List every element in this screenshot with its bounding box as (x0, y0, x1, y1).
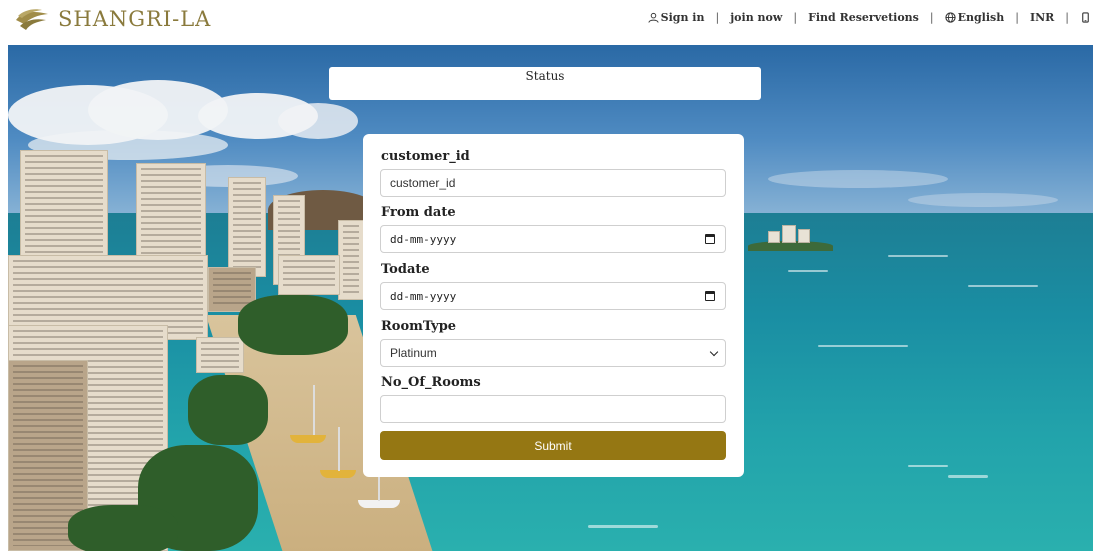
sailboat (358, 500, 400, 508)
island-resort (748, 225, 833, 251)
palm-trees (238, 295, 348, 355)
customer-id-placeholder: customer_id (390, 176, 456, 190)
no-of-rooms-input[interactable] (380, 395, 726, 423)
phone-icon (1082, 12, 1089, 23)
currency-selector[interactable]: INR (1030, 11, 1054, 24)
status-bar: Status (329, 67, 761, 100)
wave (888, 255, 948, 257)
globe-icon (944, 12, 956, 23)
mast (313, 385, 315, 435)
sign-in-label: Sign in (660, 11, 705, 24)
mast (378, 477, 380, 501)
user-icon (648, 12, 659, 23)
building (228, 177, 266, 277)
shangri-la-logo-icon (16, 9, 48, 30)
mast (338, 427, 340, 471)
to-date-label: Todate (381, 262, 430, 277)
room-type-selected: Platinum (390, 346, 437, 360)
from-date-input[interactable]: dd-mm-yyyy (380, 225, 726, 253)
phone-link[interactable] (1080, 12, 1091, 23)
reservation-form: customer_id customer_id From date dd-mm-… (363, 134, 744, 477)
to-date-input[interactable]: dd-mm-yyyy (380, 282, 726, 310)
brand-name: SHANGRI-LA (58, 7, 212, 31)
from-date-label: From date (381, 205, 456, 220)
status-label: Status (525, 69, 565, 83)
customer-id-label: customer_id (381, 149, 470, 164)
sign-in-link[interactable]: Sign in (648, 11, 705, 24)
wave (818, 345, 908, 347)
language-selector[interactable]: English (944, 11, 1005, 24)
building (338, 220, 364, 300)
top-nav: Sign in | join now | Find Reservetions |… (648, 11, 1091, 24)
room-type-select[interactable]: Platinum (380, 339, 726, 367)
to-date-value: dd-mm-yyyy (390, 289, 457, 303)
join-now-link[interactable]: join now (730, 11, 782, 24)
nav-separator: | (1015, 11, 1019, 24)
language-label: English (957, 11, 1005, 24)
cloud (908, 193, 1058, 207)
site-header: SHANGRI-LA Sign in | join now | Find Res… (0, 0, 1101, 44)
chevron-down-icon (709, 347, 719, 357)
wave (948, 475, 988, 478)
room-type-label: RoomType (381, 319, 457, 334)
wave (588, 525, 658, 528)
wave (788, 270, 828, 272)
brand-logo[interactable]: SHANGRI-LA (14, 6, 211, 32)
nav-separator: | (929, 11, 934, 24)
cloud (768, 170, 948, 188)
nav-separator: | (1065, 11, 1069, 24)
nav-separator: | (715, 11, 720, 24)
calendar-icon[interactable] (705, 234, 715, 244)
submit-button[interactable]: Submit (380, 431, 726, 460)
building (196, 337, 244, 373)
wave (908, 465, 948, 467)
building (278, 255, 340, 295)
palm-trees (68, 505, 178, 551)
from-date-value: dd-mm-yyyy (390, 232, 457, 246)
catamaran (290, 435, 326, 443)
calendar-icon[interactable] (705, 291, 715, 301)
customer-id-input[interactable]: customer_id (380, 169, 726, 197)
cloud (278, 103, 358, 139)
catamaran (320, 470, 356, 478)
nav-separator: | (793, 11, 798, 24)
palm-trees (188, 375, 268, 445)
wave (968, 285, 1038, 287)
no-of-rooms-label: No_Of_Rooms (381, 375, 481, 390)
find-reservations-link[interactable]: Find Reservetions (808, 11, 919, 24)
